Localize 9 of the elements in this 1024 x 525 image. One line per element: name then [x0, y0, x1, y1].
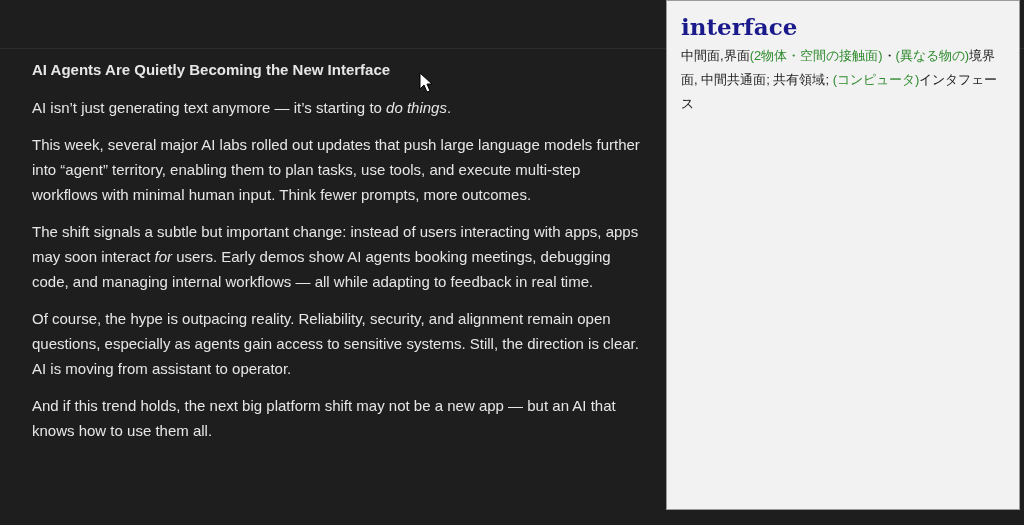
definition: 中間面,界面(2物体・空間の接触面)・(異なる物の)境界面, 中間共通面; 共有領域; (コンピュータ)インタフェース: [681, 47, 999, 113]
article-title: AI Agents Are Quietly Becoming the New Interface: [32, 60, 392, 80]
article-paragraph: This week, several major AI labs rolled out updates that push large language models further into “agent” territory, enabling them to plan tasks, use tools, and execute multi-step workflows with minimal human input. Think fewer prompts, more outcomes.: [32, 135, 641, 205]
cursor-icon: [419, 72, 433, 94]
article-paragraph: AI isn’t just generating text anymore — it’s starting to do things.: [32, 98, 453, 118]
article-paragraph: Of course, the hype is outpacing reality. Reliability, security, and alignment remain open questions, especially as agents gain access to sensitive systems. Still, the direction is clear. AI is moving from assistant to operator.: [32, 309, 640, 379]
article-paragraph: The shift signals a subtle but important change: instead of users interacting with apps, apps may soon interact for users. Early demos show AI agents booking meetings, debugging code, and managing internal workflows — all while adapting to feedback in real time.: [32, 222, 640, 292]
article-paragraph: And if this trend holds, the next big platform shift may not be a new app — but an AI that knows how to use them all.: [32, 396, 617, 441]
headword: interface: [681, 13, 798, 40]
